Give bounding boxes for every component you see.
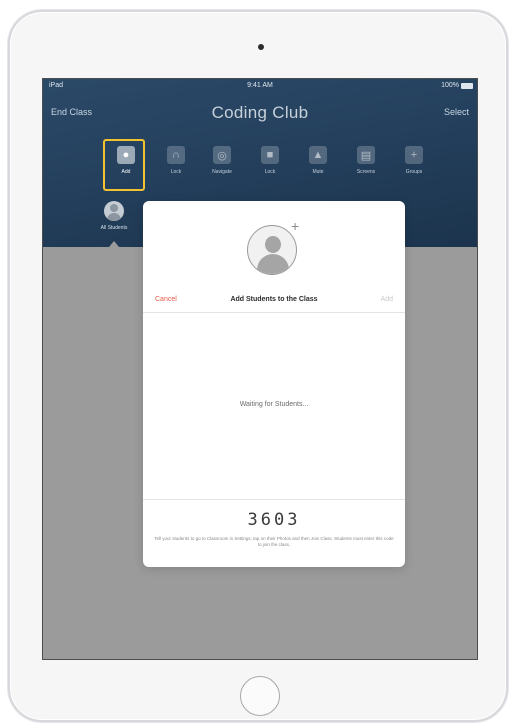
battery-icon [461,83,473,89]
dialog-header: Cancel Add Students to the Class Add [143,289,405,313]
lock-screen-icon: ■ [261,146,279,164]
class-code-help-text: Tell your students to go to Classroom in… [154,536,394,547]
waiting-status-text: Waiting for Students... [239,401,309,408]
toolbar-mute-label: Mute [312,169,324,175]
toolbar-lock-label: Lock [170,169,182,175]
selected-caret-icon [109,241,119,247]
add-students-dialog: + Cancel Add Students to the Class Add W… [143,201,405,567]
class-code: 3603 [247,510,301,530]
toolbar-lock-screen-button[interactable]: ■ Lock [250,139,290,189]
home-button[interactable] [240,676,280,716]
toolbar-navigate-button[interactable]: ◎ Navigate [202,139,242,189]
mute-icon: ▲ [309,146,327,164]
add-button[interactable]: Add [381,296,393,303]
battery-percent: 100% [441,82,459,89]
toolbar-mute-button[interactable]: ▲ Mute [298,139,338,189]
toolbar-lock-button[interactable]: ∩ Lock [156,139,196,189]
avatar-body [257,254,289,274]
toolbar-groups-label: Groups [405,169,423,175]
dialog-title: Add Students to the Class [230,296,318,303]
front-camera [258,44,264,50]
lock-icon: ∩ [167,146,185,164]
avatar-head [265,236,281,253]
toolbar-screens-button[interactable]: ▤ Screens [346,139,386,189]
all-students-chip[interactable]: All Students [97,201,131,247]
carrier-label: iPad [49,82,64,89]
ipad-device-frame: iPad 9:41 AM 100% End Class Coding Club … [8,10,508,722]
toolbar-lock-screen-label: Lock [264,169,276,175]
toolbar-screens-label: Screens [356,169,376,175]
add-highlight-box [103,139,145,191]
class-toolbar: ● Add ∩ Lock ◎ Navigate ■ Lock ▲ Mute ▤ … [98,139,438,189]
status-time: 9:41 AM [247,82,273,89]
ipad-screen: iPad 9:41 AM 100% End Class Coding Club … [42,78,478,660]
toolbar-groups-button[interactable]: + Groups [394,139,434,189]
toolbar-navigate-label: Navigate [212,169,232,175]
select-button[interactable]: Select [444,107,469,117]
plus-icon: + [291,218,300,234]
all-students-label: All Students [100,225,128,231]
screens-icon: ▤ [357,146,375,164]
add-student-avatar-icon [247,225,297,275]
page-title: Coding Club [211,103,309,122]
status-bar: iPad 9:41 AM 100% [43,79,477,93]
class-code-section: 3603 Tell your students to go to Classro… [143,499,405,567]
student-avatar [104,201,124,221]
navigate-icon: ◎ [213,146,231,164]
groups-icon: + [405,146,423,164]
